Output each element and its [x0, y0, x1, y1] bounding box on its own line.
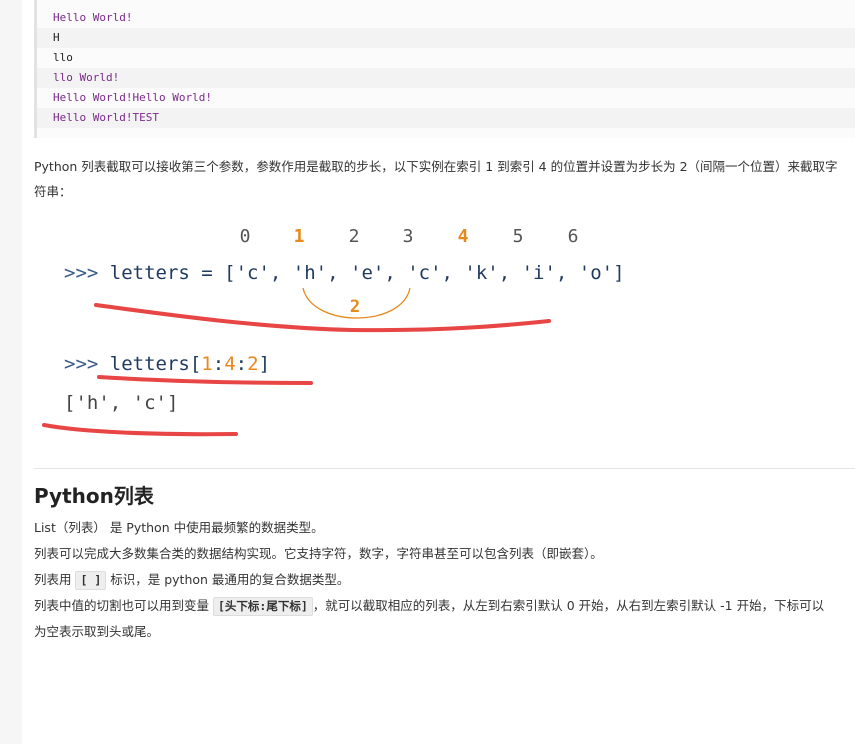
- output-line: Hello World!: [37, 8, 855, 28]
- output-line-text: llo World!: [53, 71, 120, 84]
- content-page: Hello World! Hllo llo World! Hello World!He…: [22, 0, 855, 744]
- red-underline-1: [94, 303, 551, 333]
- section-paragraph-3: 列表用 [ ] 标识，是 python 最通用的复合数据类型。: [34, 567, 855, 592]
- output-line: H: [37, 28, 855, 48]
- output-line-text: H: [53, 31, 60, 44]
- slice-stop: 4: [224, 353, 236, 375]
- red-underline-2: [97, 375, 313, 385]
- inline-code: [头下标:尾下标]: [212, 597, 313, 616]
- slice-result: ['h', 'c']: [64, 392, 179, 414]
- output-line-text: Hello World!: [53, 11, 133, 24]
- code-line-slice: >>> letters[1:4:2]: [64, 353, 270, 375]
- slice-code-prefix: letters[: [109, 353, 202, 375]
- intro-paragraph-line-1: Python 列表截取可以接收第三个参数，参数作用是截取的步长，以下实例在索引 …: [34, 159, 838, 174]
- section-heading: Python列表: [34, 484, 154, 508]
- output-line: Hello World!TEST: [37, 108, 855, 128]
- output-line-text: Hello World!TEST: [53, 111, 159, 124]
- red-underline-3: [42, 423, 238, 437]
- text-fragment: ，就可以截取相应的列表，从左到右索引默认 0 开始，从右到左索引默认 -1 开始…: [312, 598, 825, 613]
- intro-paragraph-line-2: 符串：: [34, 184, 72, 199]
- slice-colon: :: [212, 353, 225, 375]
- text-fragment: 列表用: [34, 572, 76, 587]
- output-code-block: Hello World! Hllo llo World! Hello World!He…: [34, 0, 855, 138]
- section-paragraph-5: 为空表示取到头或尾。: [34, 624, 160, 639]
- slice-colon: :: [235, 353, 248, 375]
- text-fragment: 列表中值的切割也可以用到变量: [34, 598, 213, 613]
- output-line: llo: [37, 48, 855, 68]
- slice-start: 1: [201, 353, 213, 375]
- output-line-text: Hello World!Hello World!: [53, 91, 212, 104]
- section-paragraph-4: 列表中值的切割也可以用到变量 [头下标:尾下标] ，就可以截取相应的列表，从左到右…: [34, 593, 855, 618]
- output-line-text: llo: [53, 51, 73, 64]
- text-fragment: 标识，是 python 最通用的复合数据类型。: [106, 572, 350, 587]
- step-label: 2: [350, 297, 360, 317]
- slice-step-diagram: 0123456 >>> letters = ['c', 'h', 'e', 'c…: [22, 210, 855, 450]
- output-line: Hello World!Hello World!: [37, 88, 855, 108]
- output-line: llo World!: [37, 68, 855, 88]
- slice-step: 2: [247, 353, 259, 375]
- inline-code: [ ]: [75, 571, 107, 590]
- annotation-overlay: 2: [42, 287, 551, 437]
- slice-code-suffix: ]: [258, 353, 271, 375]
- section-paragraph-1: List（列表） 是 Python 中使用最频繁的数据类型。: [34, 520, 324, 535]
- python-prompt: >>>: [64, 353, 99, 375]
- section-paragraph-2: 列表可以完成大多数集合类的数据结构实现。它支持字符，数字，字符串甚至可以包含列表…: [34, 546, 603, 561]
- section-divider: [34, 468, 855, 469]
